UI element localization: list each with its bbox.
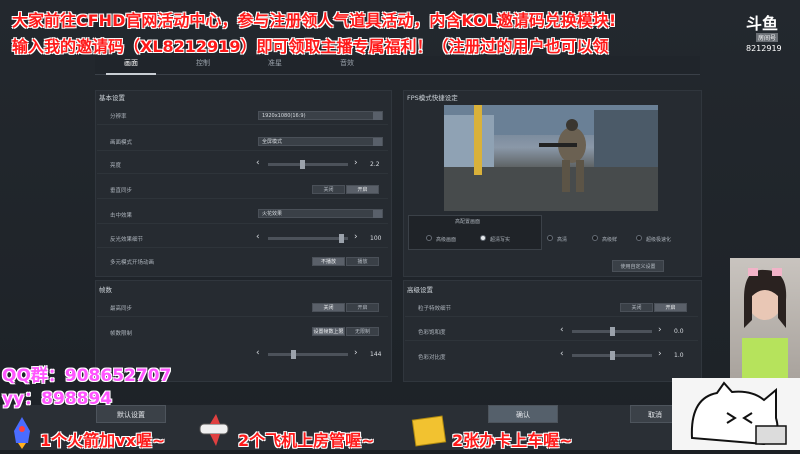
custom-settings-button[interactable]: 使用自定义设置: [612, 260, 664, 272]
chevron-down-icon: [373, 112, 382, 120]
intro-animation-label: 多元模式开场动画: [110, 260, 155, 266]
intro-play-button[interactable]: 播放: [346, 257, 379, 266]
room-number: 8212919: [746, 44, 782, 53]
reflection-value: 100: [370, 235, 382, 242]
fps-preset-title: FPS模式快捷设定: [407, 94, 458, 102]
quality-label-2: 高清: [557, 237, 568, 243]
display-mode-value: 全屏模式: [262, 139, 283, 145]
rocket-icon: [6, 415, 38, 449]
brightness-decrease-button[interactable]: ‹: [256, 159, 260, 168]
brightness-label: 亮度: [110, 163, 122, 169]
tab-graphics[interactable]: 画面: [106, 58, 156, 68]
hit-effect-select[interactable]: 火花效果: [258, 209, 383, 218]
contrast-value: 1.0: [674, 352, 684, 359]
contrast-increase-button[interactable]: ›: [658, 350, 662, 359]
chevron-down-icon: [373, 138, 382, 146]
room-badge: 房间号: [756, 33, 779, 42]
particles-off-button[interactable]: 关闭: [620, 303, 653, 312]
promo-plane: 2个飞机上房管喔~: [238, 431, 375, 450]
vsync-on-button[interactable]: 开启: [346, 185, 379, 194]
contrast-decrease-button[interactable]: ‹: [560, 350, 564, 359]
tab-crosshair[interactable]: 准星: [250, 58, 300, 68]
contrast-slider-knob[interactable]: [609, 351, 615, 360]
promo-rocket: 1个火箭加vx喔~: [40, 431, 166, 450]
max-sync-on-button[interactable]: 开启: [346, 303, 379, 312]
brightness-slider-track[interactable]: [268, 163, 348, 166]
hit-effect-label: 击中效果: [110, 213, 133, 219]
fps-slider-knob[interactable]: [290, 350, 296, 359]
resolution-label: 分辨率: [110, 114, 127, 120]
webcam-feed: [730, 258, 800, 378]
active-tab-indicator: [106, 73, 156, 75]
webcam-person: [742, 268, 788, 378]
quality-radio-3[interactable]: [592, 235, 598, 241]
hit-effect-value: 火花效果: [262, 211, 283, 217]
row-saturation: [405, 322, 698, 341]
basic-settings-title: 基本设置: [99, 94, 125, 102]
reflection-label: 反光效果细节: [110, 237, 144, 243]
reflection-slider-knob[interactable]: [339, 234, 345, 243]
quality-radio-2[interactable]: [547, 235, 553, 241]
particles-on-button[interactable]: 开启: [654, 303, 687, 312]
reflection-slider-track[interactable]: [268, 237, 348, 240]
saturation-increase-button[interactable]: ›: [658, 326, 662, 335]
overlay-line-2: 输入我的邀请码（XL8212919）即可领取主播专属福利！（注册过的用户也可以领: [12, 37, 609, 56]
quality-label-1: 超清写实: [490, 237, 511, 243]
fps-increase-button[interactable]: ›: [354, 349, 358, 358]
display-mode-select[interactable]: 全屏模式: [258, 137, 383, 146]
reflection-decrease-button[interactable]: ‹: [256, 233, 260, 242]
fps-decrease-button[interactable]: ‹: [256, 349, 260, 358]
fps-slider-track[interactable]: [268, 353, 348, 356]
vsync-off-button[interactable]: 关闭: [312, 185, 345, 194]
fps-value: 144: [370, 351, 382, 358]
overlay-line-1: 大家前往CFHD官网活动中心，参与注册领人气道具活动，内含KOL邀请码兑换模块!: [12, 11, 617, 30]
contrast-label: 色彩对比度: [418, 355, 446, 361]
chevron-down-icon: [373, 210, 382, 218]
qq-group-text: QQ群：908652707: [2, 366, 172, 386]
brightness-value: 2.2: [370, 161, 380, 168]
saturation-decrease-button[interactable]: ‹: [560, 326, 564, 335]
confirm-button[interactable]: 确认: [488, 405, 558, 423]
vsync-label: 垂直同步: [110, 188, 133, 194]
quality-label-0: 高级画面: [436, 237, 457, 243]
advanced-settings-title: 高级设置: [407, 286, 433, 294]
saturation-label: 色彩饱和度: [418, 330, 446, 336]
tab-audio[interactable]: 音效: [322, 58, 372, 68]
fps-unlimited-button[interactable]: 无限制: [346, 327, 379, 336]
fps-limit-label: 帧数限制: [110, 331, 133, 337]
preview-scene: [444, 105, 658, 211]
quality-radio-0[interactable]: [426, 235, 432, 241]
graphics-preview-image: [444, 105, 658, 211]
intro-no-play-button[interactable]: 不播放: [312, 257, 345, 266]
yy-text: yy：898894: [2, 389, 113, 409]
resolution-value: 1920x1080(16:9): [262, 113, 306, 119]
cat-drawing: [690, 381, 787, 446]
plane-icon: [196, 412, 232, 448]
quality-radio-1[interactable]: [480, 235, 486, 241]
frame-settings-title: 帧数: [99, 286, 112, 294]
tab-controls[interactable]: 控制: [178, 58, 228, 68]
promo-card: 2张办卡上车喔~: [452, 431, 573, 450]
cat-sticker: [672, 378, 800, 450]
douyu-logo: 斗鱼: [746, 14, 779, 33]
max-sync-label: 最高同步: [110, 306, 133, 312]
quality-label-4: 超级极速化: [646, 237, 672, 243]
quality-title: 高配置画面: [455, 219, 481, 225]
particles-label: 粒子特效细节: [418, 306, 452, 312]
brightness-slider-knob[interactable]: [299, 160, 305, 169]
resolution-select[interactable]: 1920x1080(16:9): [258, 111, 383, 120]
reflection-increase-button[interactable]: ›: [354, 233, 358, 242]
card-icon: [410, 414, 448, 448]
saturation-value: 0.0: [674, 328, 684, 335]
quality-label-3: 高级鲜: [602, 237, 618, 243]
max-sync-off-button[interactable]: 关闭: [312, 303, 345, 312]
quality-radio-4[interactable]: [636, 235, 642, 241]
brightness-increase-button[interactable]: ›: [354, 159, 358, 168]
saturation-slider-knob[interactable]: [609, 327, 615, 336]
fps-limit-set-button[interactable]: 设置帧数上限: [312, 327, 345, 336]
display-mode-label: 画面模式: [110, 140, 133, 146]
